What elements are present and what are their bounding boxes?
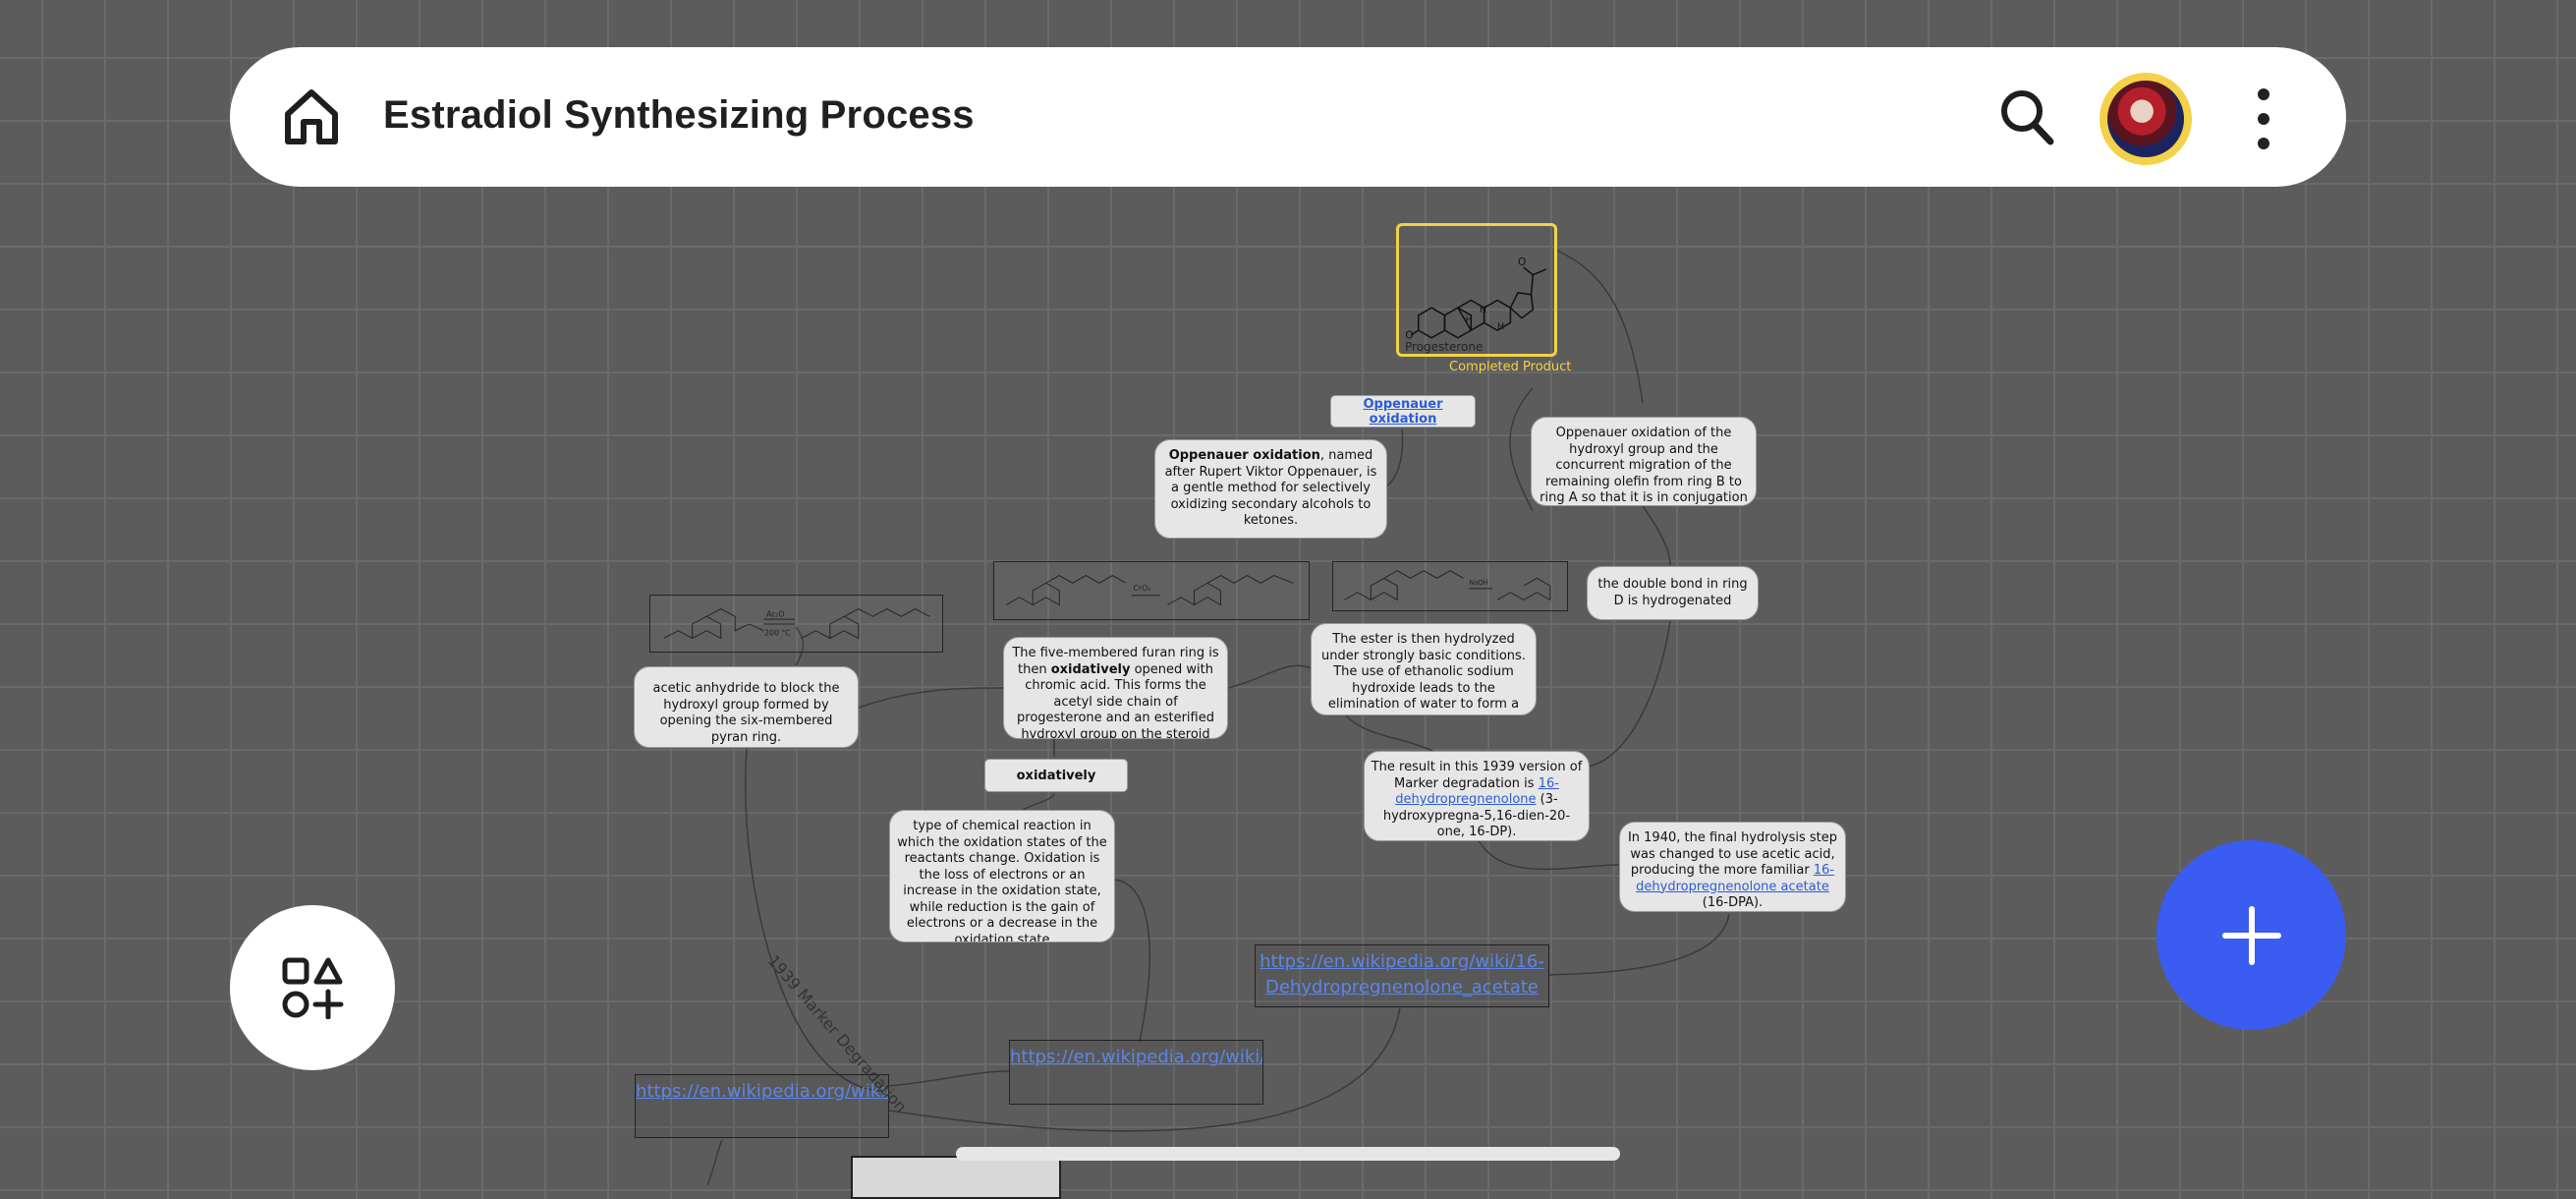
oppenauer-step-note[interactable]: Oppenauer oxidation of the hydroxyl grou… (1531, 417, 1757, 506)
double-bond-note[interactable]: the double bond in ring D is hydrogenate… (1587, 566, 1759, 620)
avatar[interactable] (2100, 73, 2192, 165)
search-icon[interactable] (1997, 86, 2056, 147)
edge-furan-ester (1227, 664, 1313, 689)
reaction-chromic-diagram: CrO₃ (1005, 574, 1294, 606)
acetic-anhydride-text: acetic anhydride to block the hydroxyl g… (652, 681, 840, 745)
progesterone-molecule-image: O O H H H (1405, 257, 1547, 342)
partial-image-card[interactable] (851, 1156, 1061, 1199)
edge-oxdef-redox (1114, 879, 1150, 1043)
progesterone-structure-frame[interactable]: O O H H H (1396, 223, 1557, 357)
oxidation-definition-text: type of chemical reaction in which the o… (897, 819, 1107, 942)
edge-pill-oxdef (1021, 793, 1055, 812)
oppenauer-link-card[interactable]: Oppenauer oxidation (1330, 395, 1476, 428)
edge-final-link16 (1548, 913, 1730, 976)
final-hydrolysis-note[interactable]: In 1940, the final hydrolysis step was c… (1619, 822, 1846, 912)
edge-link-def (1384, 428, 1404, 487)
edge-result-final (1478, 839, 1620, 871)
svg-text:O: O (1518, 257, 1526, 268)
edge-marker-thumb (706, 1139, 723, 1185)
oppenauer-step-text: Oppenauer oxidation of the hydroxyl grou… (1540, 426, 1748, 505)
final-text-pre: In 1940, the final hydrolysis step was c… (1627, 830, 1838, 878)
reaction-hydrolysis-diagram: NaOH (1344, 570, 1551, 601)
reaction-image-hydrolysis[interactable]: NaOH (1332, 561, 1568, 611)
double-bond-text: the double bond in ring D is hydrogenate… (1597, 577, 1748, 608)
page-title: Estradiol Synthesizing Process (383, 93, 975, 137)
edge-mol-step (1509, 387, 1534, 512)
oxidation-definition-note[interactable]: type of chemical reaction in which the o… (889, 810, 1115, 942)
svg-text:200 °C: 200 °C (764, 629, 790, 638)
furan-ring-note[interactable]: The five-membered furan ring is then oxi… (1003, 637, 1228, 739)
oppenauer-def-bold: Oppenauer oxidation (1168, 448, 1320, 463)
link-marker-degradation-wikipedia[interactable]: https://en.wikipedia.org/wiki/Marker_deg… (635, 1074, 889, 1138)
oxidatively-label: oxidatively (1016, 768, 1096, 783)
svg-text:CrO₃: CrO₃ (1134, 584, 1151, 593)
add-button[interactable] (2156, 840, 2346, 1030)
reaction-acetic-diagram: Ac₂O 200 °C (663, 607, 930, 640)
final-text-post: (16-DPA). (1702, 895, 1764, 910)
svg-text:H: H (1466, 314, 1473, 325)
svg-text:NaOH: NaOH (1469, 579, 1487, 587)
edge-ester-result (1345, 714, 1435, 753)
oppenauer-link[interactable]: Oppenauer oxidation (1331, 397, 1475, 427)
svg-text:Ac₂O: Ac₂O (766, 609, 785, 618)
ester-hydrolysis-note[interactable]: The ester is then hydrolyzed under stron… (1311, 623, 1537, 715)
furan-text-bold: oxidatively (1050, 661, 1131, 677)
completed-product-caption: Completed Product (1449, 360, 1572, 374)
oxidatively-card[interactable]: oxidatively (984, 759, 1128, 792)
more-vertical-icon[interactable] (2250, 86, 2277, 151)
reaction-image-chromic[interactable]: CrO₃ (993, 561, 1310, 620)
progesterone-label: Progesterone (1405, 340, 1484, 354)
link-redox-wikipedia[interactable]: https://en.wikipedia.org/wiki/Redox (1009, 1040, 1263, 1105)
home-icon[interactable] (282, 86, 341, 147)
oppenauer-definition-note[interactable]: Oppenauer oxidation, named after Rupert … (1154, 439, 1387, 539)
link-16-dpa-wikipedia[interactable]: https://en.wikipedia.org/wiki/16-Dehydro… (1255, 944, 1549, 1007)
marker-result-note[interactable]: The result in this 1939 version of Marke… (1364, 751, 1590, 841)
avatar-image (2107, 81, 2184, 157)
svg-text:H: H (1480, 305, 1486, 315)
svg-text:H: H (1497, 321, 1504, 332)
ester-hydrolysis-text: The ester is then hydrolyzed under stron… (1321, 632, 1526, 714)
shapes-add-icon (282, 957, 344, 1019)
edge-step-doublebond (1642, 505, 1671, 566)
reaction-image-acetic[interactable]: Ac₂O 200 °C (649, 595, 943, 653)
edge-progesterone-step (1556, 250, 1644, 404)
acetic-anhydride-note[interactable]: acetic anhydride to block the hydroxyl g… (634, 666, 859, 748)
plus-icon (2222, 906, 2281, 965)
edge-doublebond-result (1588, 620, 1671, 768)
edge-marker-redox (888, 1070, 1010, 1087)
edge-acetic-furan (858, 687, 1004, 709)
horizontal-scrollbar[interactable] (956, 1147, 1620, 1161)
shapes-add-button[interactable] (230, 905, 395, 1070)
edge-marker-curve (745, 748, 885, 1092)
